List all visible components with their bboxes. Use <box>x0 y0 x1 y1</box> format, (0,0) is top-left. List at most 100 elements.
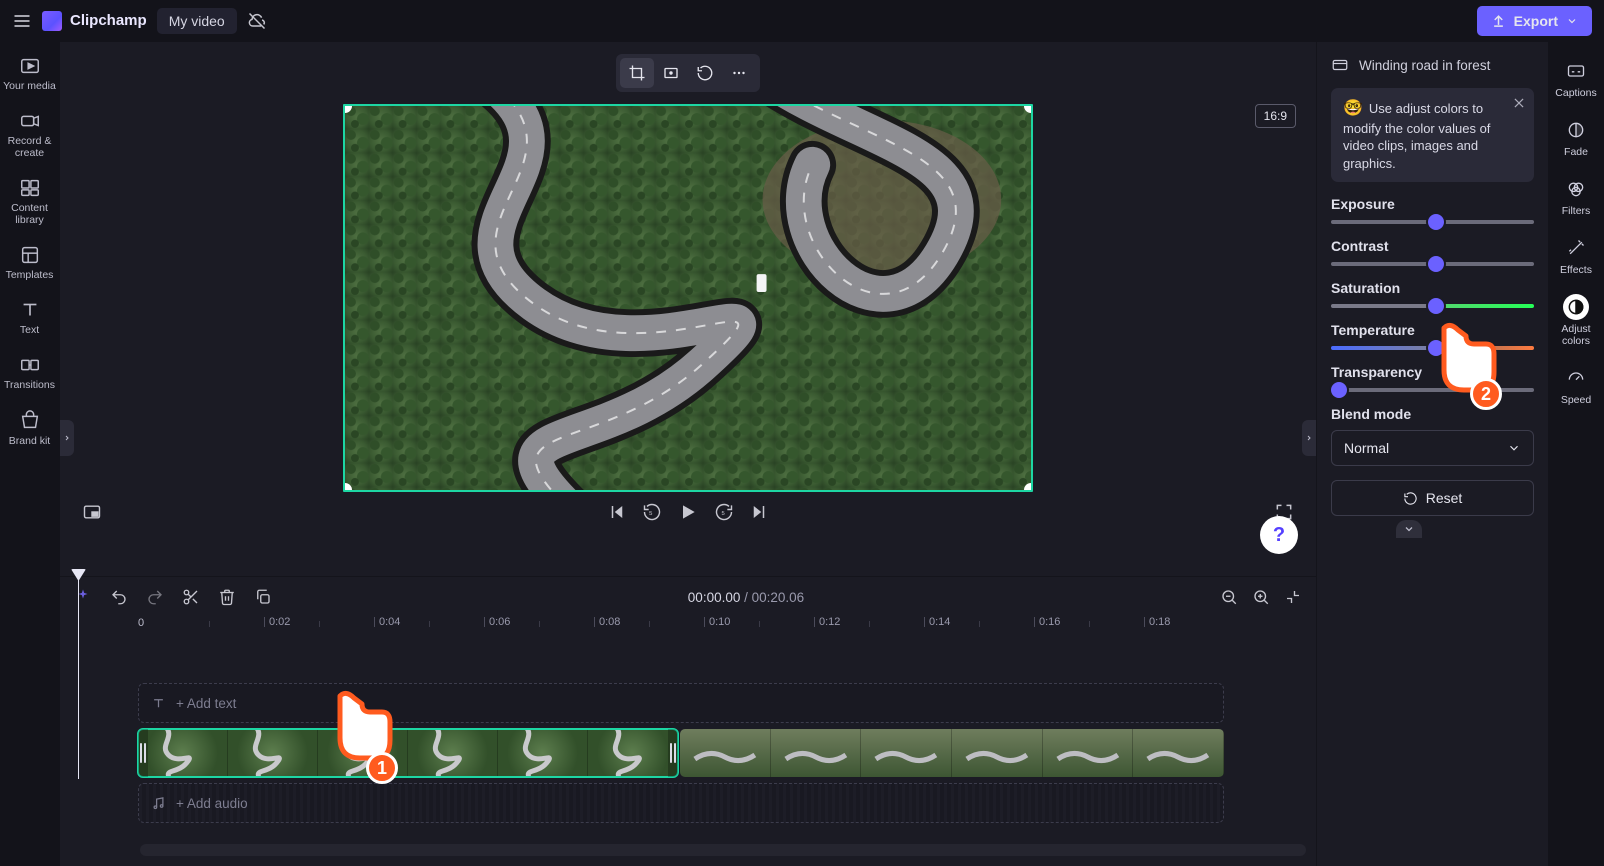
zoom-in-button[interactable] <box>1250 586 1272 608</box>
more-button[interactable] <box>722 58 756 88</box>
brand-name: Clipchamp <box>70 12 147 29</box>
picture-in-picture-button[interactable] <box>82 502 102 522</box>
rail-brand-kit[interactable]: Brand kit <box>2 405 58 452</box>
hamburger-menu-icon[interactable] <box>12 11 32 31</box>
redo-button[interactable] <box>144 586 166 608</box>
tip-close-button[interactable] <box>1512 96 1526 115</box>
split-button[interactable] <box>180 586 202 608</box>
delete-button[interactable] <box>216 586 238 608</box>
playhead[interactable] <box>78 569 79 779</box>
zoom-out-button[interactable] <box>1218 586 1240 608</box>
blend-mode-select[interactable]: Normal <box>1331 430 1534 466</box>
speed-icon <box>1566 368 1586 388</box>
clip-1-trim-left[interactable] <box>138 729 148 777</box>
timeline-scrollbar[interactable] <box>140 844 1306 856</box>
skip-forward-icon <box>750 503 768 521</box>
aspect-ratio-badge[interactable]: 16:9 <box>1255 104 1296 128</box>
props-collapse-button[interactable] <box>1302 420 1316 456</box>
timeline-toolbar: 00:00.00 / 00:20.06 <box>60 577 1316 617</box>
export-button[interactable]: Export <box>1477 6 1592 36</box>
project-title[interactable]: My video <box>157 8 237 34</box>
rotate-button[interactable] <box>688 58 722 88</box>
scissors-icon <box>182 588 200 606</box>
exposure-slider[interactable]: Exposure <box>1331 196 1534 224</box>
forward-button[interactable]: 5 <box>714 502 734 522</box>
clip-1-selected[interactable] <box>138 729 678 777</box>
rail-content-library[interactable]: Content library <box>2 172 58 231</box>
redo-icon <box>146 588 164 606</box>
clip-icon <box>1331 56 1349 74</box>
clip-1-trim-right[interactable] <box>668 729 678 777</box>
clip-2[interactable] <box>680 729 1224 777</box>
zoom-out-icon <box>1220 588 1238 606</box>
timeline-ruler[interactable]: 0 0:020:040:060:080:100:120:140:160:18 <box>76 617 1316 643</box>
crop-button[interactable] <box>620 58 654 88</box>
chevron-down-icon <box>1403 523 1415 535</box>
text-icon <box>151 696 166 711</box>
undo-button[interactable] <box>108 586 130 608</box>
preview-pane: 16:9 <box>60 42 1316 576</box>
upload-icon <box>1491 13 1506 28</box>
rr-speed[interactable]: Speed <box>1550 359 1602 412</box>
rewind-button[interactable]: 5 <box>642 502 662 522</box>
zoom-in-icon <box>1252 588 1270 606</box>
right-rail: Captions Fade Filters Effects Adjust col… <box>1548 42 1604 866</box>
rail-text[interactable]: Text <box>2 294 58 341</box>
rail-templates[interactable]: Templates <box>2 239 58 286</box>
transparency-slider[interactable]: Transparency <box>1331 364 1534 392</box>
tip-card: 🤓Use adjust colors to modify the color v… <box>1331 88 1534 182</box>
video-track <box>138 729 1224 777</box>
chevron-right-icon <box>1305 432 1313 444</box>
text-icon <box>19 299 41 321</box>
cloud-off-icon[interactable] <box>247 11 267 31</box>
forward-icon: 5 <box>714 502 734 522</box>
skip-forward-button[interactable] <box>750 503 768 521</box>
adjust-colors-icon <box>1566 297 1586 317</box>
media-icon <box>19 55 41 77</box>
skip-back-button[interactable] <box>608 503 626 521</box>
rr-fade[interactable]: Fade <box>1550 111 1602 164</box>
saturation-slider[interactable]: Saturation <box>1331 280 1534 308</box>
transport-controls: 5 5 <box>76 492 1300 530</box>
left-rail: Your media Record & create Content libra… <box>0 42 60 866</box>
properties-panel: Winding road in forest 🤓Use adjust color… <box>1316 42 1548 866</box>
close-icon <box>1512 96 1526 110</box>
reset-button[interactable]: Reset <box>1331 480 1534 516</box>
chevron-down-icon <box>1507 441 1521 455</box>
chevron-down-icon <box>1566 15 1578 27</box>
fade-icon <box>1566 120 1586 140</box>
play-icon <box>678 502 698 522</box>
blend-mode-label: Blend mode <box>1331 406 1534 422</box>
add-audio-track[interactable]: + Add audio <box>138 783 1224 823</box>
zoom-fit-button[interactable] <box>1282 586 1304 608</box>
tracks-area: + Add text + Add au <box>60 643 1316 838</box>
props-expand-down[interactable] <box>1396 520 1422 538</box>
magic-tool[interactable] <box>72 586 94 608</box>
play-button[interactable] <box>678 502 698 522</box>
library-icon <box>19 177 41 199</box>
fit-button[interactable] <box>654 58 688 88</box>
rr-effects[interactable]: Effects <box>1550 229 1602 282</box>
clipchamp-logo-icon <box>42 11 62 31</box>
export-label: Export <box>1514 13 1558 29</box>
duplicate-button[interactable] <box>252 586 274 608</box>
music-icon <box>151 796 166 811</box>
pip-icon <box>82 502 102 522</box>
temperature-slider[interactable]: Temperature <box>1331 322 1534 350</box>
preview-toolbar <box>76 50 1300 98</box>
topbar: Clipchamp My video Export <box>0 0 1604 42</box>
resize-handle-br[interactable] <box>1024 483 1033 492</box>
rewind-icon: 5 <box>642 502 662 522</box>
help-button[interactable]: ? <box>1260 516 1298 554</box>
contrast-slider[interactable]: Contrast <box>1331 238 1534 266</box>
rail-your-media[interactable]: Your media <box>2 50 58 97</box>
crop-icon <box>628 64 646 82</box>
reset-icon <box>1403 491 1418 506</box>
rr-filters[interactable]: Filters <box>1550 170 1602 223</box>
add-text-track[interactable]: + Add text <box>138 683 1224 723</box>
preview-stage[interactable] <box>343 104 1033 492</box>
rail-record-create[interactable]: Record & create <box>2 105 58 164</box>
rail-transitions[interactable]: Transitions <box>2 349 58 396</box>
rr-adjust-colors[interactable]: Adjust colors <box>1550 288 1602 353</box>
rr-captions[interactable]: Captions <box>1550 52 1602 105</box>
